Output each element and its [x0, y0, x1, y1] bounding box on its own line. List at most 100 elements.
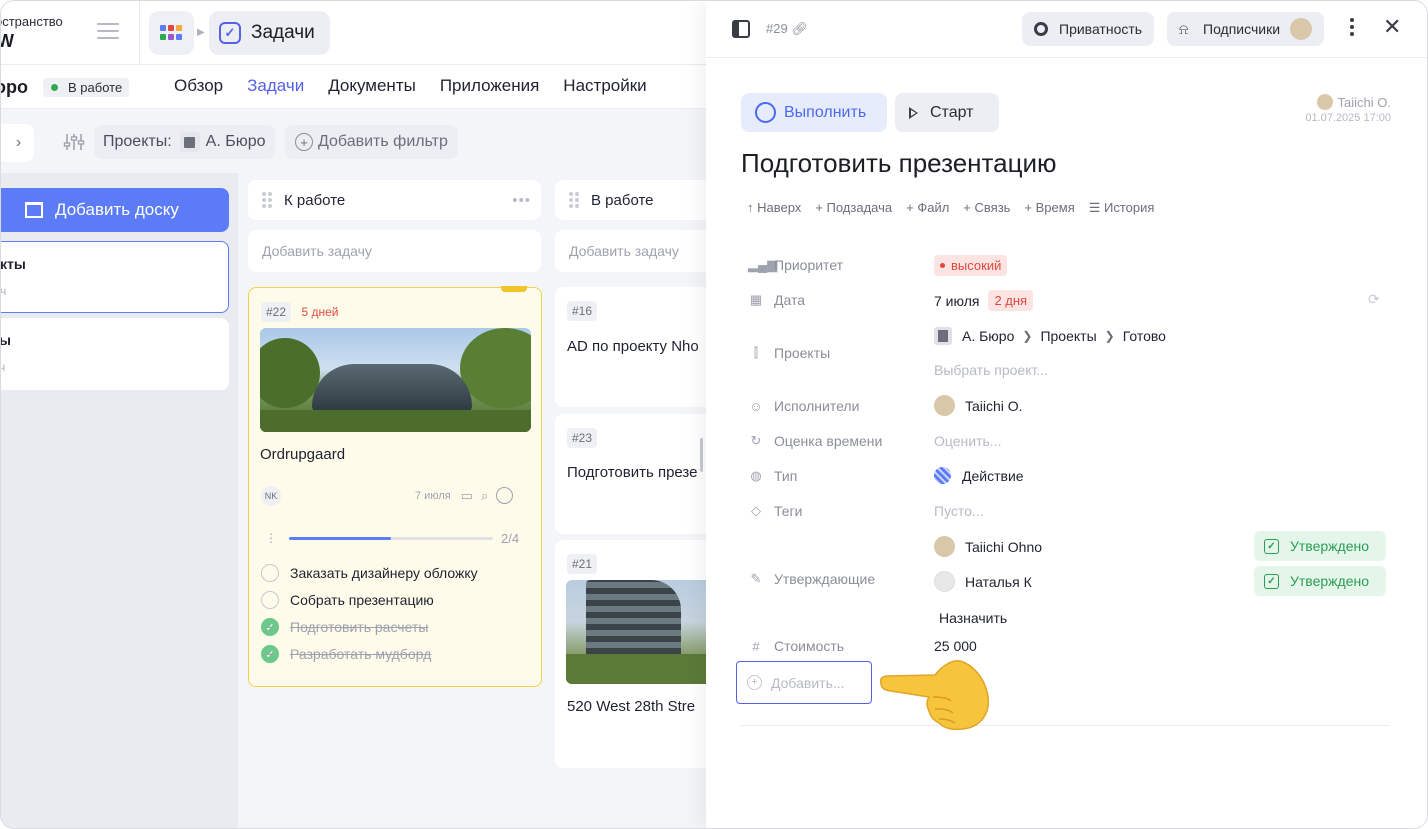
add-board-button[interactable]: Добавить доску — [1, 188, 229, 232]
workspace-name[interactable]: W — [1, 31, 14, 52]
tab-tasks[interactable]: Задачи — [247, 76, 304, 96]
add-subtask-button[interactable]: + Подзадача — [815, 200, 892, 216]
start-button[interactable]: Старт — [895, 93, 999, 132]
board-item[interactable]: ы ч — [1, 318, 229, 390]
drag-handle-icon[interactable] — [569, 192, 579, 208]
board-item[interactable]: кты ч — [1, 241, 229, 313]
task-id-link[interactable]: #29 🔗︎ — [766, 21, 808, 37]
add-task-input[interactable]: Добавить задачу — [248, 230, 541, 272]
task-title: Ordrupgaard — [260, 446, 346, 463]
checkbox-circle-icon[interactable] — [261, 564, 279, 582]
subtask-item[interactable]: ✓ Подготовить расчеты — [261, 618, 428, 636]
boards-sidebar: Добавить доску кты ч ы ч — [1, 173, 238, 828]
pointing-hand-icon — [879, 659, 990, 731]
date-value[interactable]: 7 июля 2 дня — [934, 290, 1034, 311]
checkbox-circle-icon[interactable] — [261, 591, 279, 609]
add-field-button[interactable]: + Добавить... — [736, 661, 872, 704]
tab-apps[interactable]: Приложения — [440, 76, 539, 96]
more-vertical-icon[interactable] — [1350, 18, 1354, 39]
tag-icon: ◇ — [751, 503, 761, 518]
assignee[interactable]: Taiichi O. — [934, 395, 1023, 416]
estimate-label: ↻ Оценка времени — [748, 433, 883, 449]
assign-approver-button[interactable]: Назначить — [939, 610, 1007, 626]
layout-toggle-icon[interactable] — [732, 20, 750, 38]
approved-badge[interactable]: ✓ Утверждено — [1254, 531, 1386, 561]
section-tasks-button[interactable]: ✓ Задачи — [209, 11, 330, 55]
subtask-item[interactable]: Заказать дизайнеру обложку — [261, 564, 478, 582]
task-card[interactable]: #22 5 дней Ordrupgaard NK 7 июля ▭ ⌕ ⋮ 2… — [248, 286, 542, 687]
approver[interactable]: Taiichi Ohno — [934, 536, 1042, 557]
expand-sidebar-button[interactable]: › — [1, 124, 34, 162]
avatar — [1290, 18, 1313, 40]
apps-grid-button[interactable] — [149, 11, 194, 55]
subscribers-button[interactable]: ⍾ Подписчики — [1167, 12, 1325, 46]
pen-icon: ✎ — [750, 571, 762, 586]
add-time-button[interactable]: + Время — [1024, 200, 1074, 216]
projects-filter-chip[interactable]: Проекты: А. Бюро — [94, 125, 275, 159]
column-header[interactable]: В работе — [555, 180, 715, 220]
add-filter-button[interactable]: + Добавить фильтр — [285, 125, 458, 159]
task-card[interactable]: #16 AD по проекту Nho — [555, 287, 715, 407]
attachment-icon[interactable]: ⌕ — [481, 488, 488, 504]
cost-value[interactable]: 25 000 — [934, 638, 977, 654]
chevron-right-icon: ❯ — [1104, 329, 1115, 343]
task-title[interactable]: Подготовить презентацию — [741, 148, 1057, 179]
subtask-progress: ⋮ 2/4 — [265, 528, 527, 548]
status-badge[interactable]: В работе — [43, 78, 130, 97]
tab-documents[interactable]: Документы — [328, 76, 416, 96]
privacy-button[interactable]: Приватность — [1022, 12, 1155, 46]
menu-icon[interactable] — [97, 23, 119, 41]
divider — [139, 1, 140, 65]
subtask-item[interactable]: Собрать презентацию — [261, 591, 434, 609]
subtasks-icon: ⋮ — [265, 531, 277, 545]
column-header[interactable]: К работе ••• — [248, 180, 541, 220]
repeat-icon[interactable]: ⟳ — [1368, 291, 1380, 308]
approver[interactable]: Наталья К — [934, 571, 1032, 592]
date-text: 7 июля — [934, 292, 980, 309]
progress-count: 2/4 — [501, 530, 520, 546]
tags-input[interactable]: Пусто... — [934, 503, 984, 519]
add-task-input[interactable]: Добавить задачу — [555, 230, 715, 272]
filter-sliders-icon[interactable] — [63, 131, 85, 153]
project-crumb[interactable]: Готово — [1123, 328, 1166, 344]
task-title: 520 West 28th Stre — [567, 698, 696, 715]
type-value[interactable]: Действие — [934, 467, 1024, 484]
history-button[interactable]: ☰ История — [1089, 200, 1155, 216]
project-name[interactable]: оро — [1, 77, 28, 98]
estimate-input[interactable]: Оценить... — [934, 433, 1001, 449]
drag-handle-icon[interactable] — [262, 192, 272, 208]
check-circle-icon[interactable]: ✓ — [261, 618, 279, 636]
breadcrumb-chevron-icon: ▶ — [197, 27, 205, 38]
tab-overview[interactable]: Обзор — [174, 76, 223, 96]
project-crumb[interactable]: Проекты — [1040, 328, 1096, 344]
workspace-label[interactable]: остранство — [1, 14, 63, 29]
complete-circle-icon[interactable] — [496, 487, 514, 504]
card-image — [260, 328, 531, 432]
tab-settings[interactable]: Настройки — [563, 76, 646, 96]
choose-project-input[interactable]: Выбрать проект... — [934, 362, 1048, 378]
task-card[interactable]: #23 Подготовить презе — [555, 414, 715, 534]
eye-icon — [1034, 22, 1048, 36]
privacy-label: Приватность — [1059, 21, 1143, 37]
avatar[interactable]: NK — [261, 486, 281, 506]
column-title: В работе — [591, 191, 654, 209]
assignee-name: Taiichi O. — [965, 397, 1023, 414]
add-file-button[interactable]: + Файл — [906, 200, 949, 216]
approved-badge[interactable]: ✓ Утверждено — [1254, 566, 1386, 596]
project-path[interactable]: А. Бюро ❯ Проекты ❯ Готово — [934, 327, 1166, 345]
comment-icon[interactable]: ▭ — [461, 488, 473, 504]
priority-value[interactable]: высокий — [934, 255, 1008, 276]
resize-handle[interactable] — [700, 438, 703, 472]
move-up-button[interactable]: ↑ Наверх — [747, 200, 801, 216]
close-icon[interactable]: ✕ — [1383, 16, 1401, 38]
avatar — [1316, 94, 1333, 110]
task-card[interactable]: #21 520 West 28th Stre — [555, 540, 715, 768]
project-crumb[interactable]: А. Бюро — [962, 328, 1014, 344]
date-label: ▦ Дата — [749, 292, 806, 308]
clock-icon: ↻ — [750, 433, 762, 448]
check-circle-icon[interactable]: ✓ — [261, 645, 279, 663]
complete-button[interactable]: Выполнить — [741, 93, 887, 132]
subtask-item[interactable]: ✓ Разработать мудборд — [261, 645, 431, 663]
add-link-button[interactable]: + Связь — [963, 200, 1010, 216]
more-icon[interactable]: ••• — [512, 192, 531, 209]
